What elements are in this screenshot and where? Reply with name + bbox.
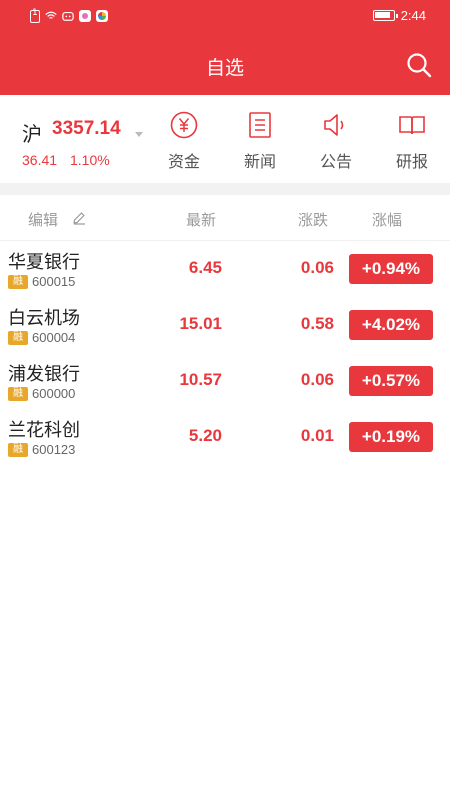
page-title: 自选 <box>205 57 244 79</box>
funds-button[interactable]: 资金 <box>154 110 214 172</box>
funds-label: 资金 <box>167 152 200 171</box>
stock-code: 600004 <box>32 330 76 345</box>
speaker-icon <box>324 114 344 136</box>
cat-app-icon <box>62 11 74 21</box>
sim-card-icon <box>30 8 40 23</box>
index-change-pct: 1.10% <box>70 152 110 168</box>
search-icon[interactable] <box>405 51 433 79</box>
stock-row[interactable]: 华夏银行 融 600015 6.45 0.06 +0.94% <box>0 241 450 297</box>
stock-price: 10.57 <box>179 370 222 389</box>
latest-column-header[interactable]: 最新 <box>186 209 216 230</box>
status-bar: 2:44 <box>0 0 450 32</box>
research-button[interactable]: 研报 <box>382 110 442 172</box>
battery-icon <box>372 10 398 21</box>
stock-change: 0.06 <box>300 258 334 277</box>
index-dropdown-icon[interactable] <box>135 132 143 137</box>
stock-change-pct-badge[interactable]: +0.19% <box>349 422 433 452</box>
stock-name: 华夏银行 <box>8 252 80 273</box>
stock-change: 0.58 <box>300 314 334 333</box>
edit-pencil-icon[interactable] <box>72 211 86 225</box>
stock-code: 600000 <box>32 386 76 401</box>
stock-name: 兰花科创 <box>8 420 80 441</box>
status-right: 2:44 <box>372 8 426 23</box>
top-bar: 2:44 自选 <box>0 0 450 95</box>
stock-change: 0.01 <box>300 426 334 445</box>
margin-tag: 融 <box>8 443 28 457</box>
margin-tag: 融 <box>8 387 28 401</box>
stock-price: 5.20 <box>188 426 222 445</box>
stock-row[interactable]: 兰花科创 融 600123 5.20 0.01 +0.19% <box>0 409 450 465</box>
browser-app-icon <box>96 10 108 22</box>
stock-change-pct-badge[interactable]: +0.57% <box>349 366 433 396</box>
edit-button[interactable]: 编辑 <box>28 209 58 230</box>
stock-change-pct-badge[interactable]: +0.94% <box>349 254 433 284</box>
notice-label: 公告 <box>319 152 352 171</box>
section-divider <box>0 183 450 195</box>
status-time: 2:44 <box>400 8 426 23</box>
stock-change-pct-badge[interactable]: +4.02% <box>349 310 433 340</box>
index-value[interactable]: 3357.14 <box>52 118 121 140</box>
status-icons <box>30 8 108 23</box>
news-doc-icon <box>249 112 271 138</box>
book-icon <box>399 116 425 135</box>
margin-tag: 融 <box>8 331 28 345</box>
stock-code: 600015 <box>32 274 76 289</box>
stock-price: 15.01 <box>179 314 222 333</box>
stock-code: 600123 <box>32 442 76 457</box>
stock-price: 6.45 <box>188 258 222 277</box>
stock-row[interactable]: 白云机场 融 600004 15.01 0.58 +4.02% <box>0 297 450 353</box>
stock-row[interactable]: 浦发银行 融 600000 10.57 0.06 +0.57% <box>0 353 450 409</box>
watchlist: 华夏银行 融 600015 6.45 0.06 +0.94% 白云机场 融 60… <box>0 241 450 465</box>
notice-button[interactable]: 公告 <box>306 110 366 172</box>
stock-name: 浦发银行 <box>8 364 80 385</box>
stock-name: 白云机场 <box>8 308 80 329</box>
wifi-icon <box>45 11 57 19</box>
index-change: 36.41 <box>22 152 58 168</box>
change-pct-column-header[interactable]: 涨幅 <box>372 209 402 230</box>
news-button[interactable]: 新闻 <box>230 110 290 172</box>
news-label: 新闻 <box>243 152 276 171</box>
market-index-panel: 沪 3357.14 36.41 1.10% 资金 新闻 公告 研报 <box>0 95 450 183</box>
margin-tag: 融 <box>8 275 28 289</box>
yuan-icon <box>170 111 198 139</box>
change-column-header[interactable]: 涨跌 <box>298 209 328 230</box>
flower-app-icon <box>79 10 91 22</box>
list-column-header: 编辑 最新 涨跌 涨幅 <box>0 195 450 241</box>
stock-change: 0.06 <box>300 370 334 389</box>
index-name[interactable]: 沪 <box>22 118 42 147</box>
research-label: 研报 <box>395 152 428 171</box>
